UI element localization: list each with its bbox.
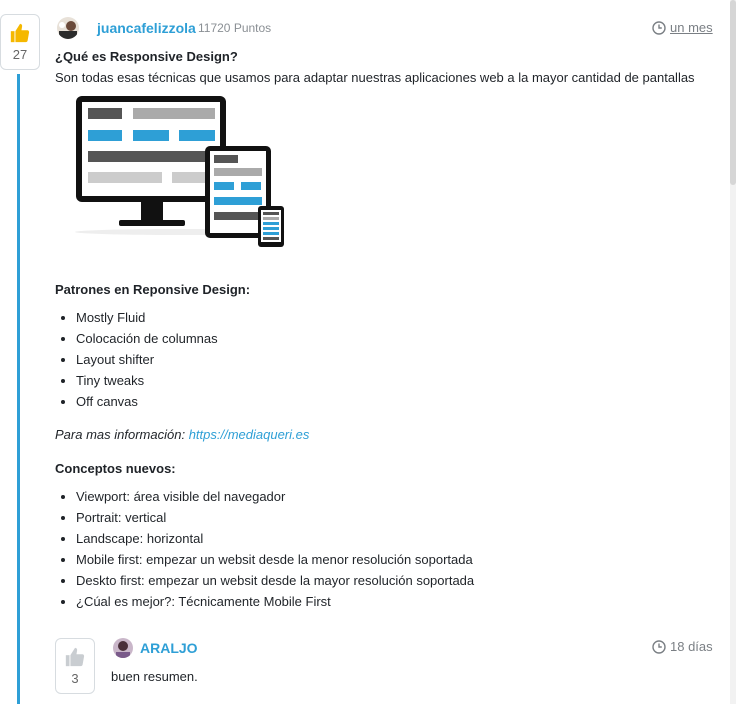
thread-line [17,74,20,704]
post-content: ¿Qué es Responsive Design? Son todas esa… [55,48,723,612]
list-item: Deskto first: empezar un websit desde la… [76,570,723,591]
list-item: Tiny tweaks [76,370,723,391]
reply-author-name[interactable]: ARALJO [140,640,198,656]
concepts-title: Conceptos nuevos: [55,461,176,476]
reply-vote-count: 3 [71,671,79,686]
thumbs-up-icon [65,647,85,667]
more-info: Para mas información: https://mediaqueri… [55,426,723,444]
reply-time[interactable]: 18 días [652,639,713,654]
reply-time-text: 18 días [670,639,713,654]
clock-icon [652,20,666,35]
post-title: ¿Qué es Responsive Design? [55,49,238,64]
author-name[interactable]: juancafelizzola [97,20,196,36]
list-item: Viewport: área visible del navegador [76,486,723,507]
list-item: ¿Cúal es mejor?: Técnicamente Mobile Fir… [76,591,723,612]
reply-text: buen resumen. [111,669,198,684]
patterns-title: Patrones en Reponsive Design: [55,282,251,297]
thumbs-up-icon [10,23,30,43]
list-item: Landscape: horizontal [76,528,723,549]
reply-avatar[interactable] [113,638,133,658]
list-item: Off canvas [76,391,723,412]
more-info-link[interactable]: https://mediaqueri.es [189,427,310,442]
post-time-link[interactable]: un mes [670,20,713,35]
list-item: Mobile first: empezar un websit desde la… [76,549,723,570]
list-item: Colocación de columnas [76,328,723,349]
concepts-list: Viewport: área visible del navegador Por… [55,486,723,612]
scrollbar-thumb[interactable] [730,0,736,185]
list-item: Layout shifter [76,349,723,370]
post-intro: Son todas esas técnicas que usamos para … [55,70,695,85]
list-item: Mostly Fluid [76,307,723,328]
more-info-label: Para mas información: [55,427,186,442]
responsive-design-image [55,95,305,265]
list-item: Portrait: vertical [76,507,723,528]
upvote-button[interactable]: 27 [0,14,40,70]
vote-count: 27 [12,47,28,62]
scrollbar[interactable] [730,0,736,704]
post-time[interactable]: un mes [652,20,713,35]
avatar[interactable] [57,17,79,39]
patterns-list: Mostly Fluid Colocación de columnas Layo… [55,307,723,412]
clock-icon [652,639,666,654]
author-points: 11720 Puntos [198,21,272,35]
reply-upvote-button[interactable]: 3 [55,638,95,694]
